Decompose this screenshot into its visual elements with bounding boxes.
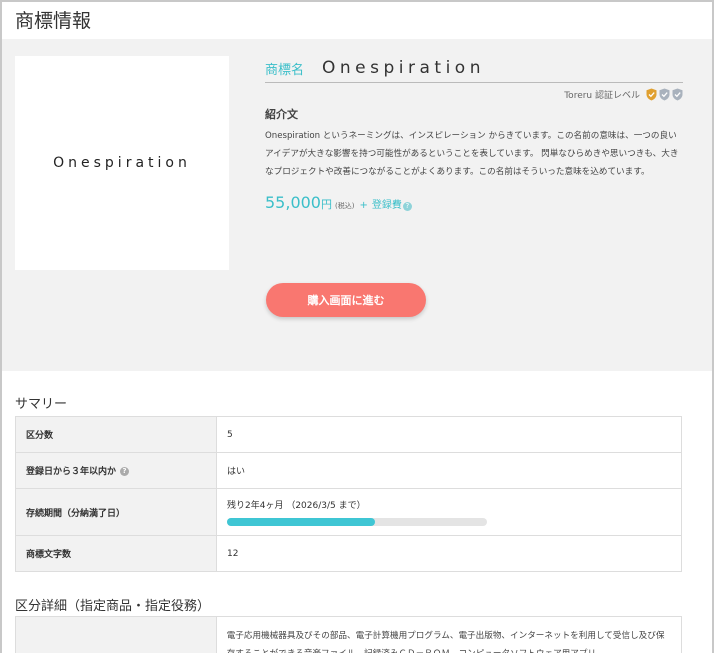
summary-value: 残り2年4ヶ月 （2026/3/5 まで） (227, 501, 366, 511)
registration-fee-link[interactable]: 登録費 (372, 196, 402, 211)
price-unit: 円 (320, 198, 332, 211)
shield-check-gold-icon (646, 88, 657, 100)
class-detail-key (16, 617, 217, 653)
summary-table: 区分数 5 登録日から３年以内か? はい 存続期間（分納満了日） 残り2年4ヶ月… (15, 416, 682, 572)
price: 55,000 円 (税込) + 登録費 ? (265, 193, 683, 212)
summary-value-cell: 残り2年4ヶ月 （2026/3/5 まで） (216, 488, 682, 536)
price-plus: + (359, 200, 368, 211)
summary-key: 区分数 (15, 416, 217, 453)
certification-level: Toreru 認証レベル (265, 87, 683, 101)
term-progress-fill (227, 518, 376, 526)
class-detail-row: 電子応用機械器具及びその部品、電子計算機用プログラム、電子出版物、インターネット… (15, 616, 682, 653)
page-title: 商標情報 (15, 10, 92, 32)
summary-value: はい (216, 452, 682, 489)
trademark-info: 商標名 Onespiration Toreru 認証レベル 紹介文 Onespi… (265, 54, 683, 212)
summary-key: 存続期間（分納満了日） (15, 488, 217, 536)
trademark-name-label: 商標名 (265, 62, 305, 78)
summary-value: 12 (216, 535, 682, 572)
question-icon[interactable]: ? (120, 467, 130, 476)
summary-key-cell: 登録日から３年以内か? (15, 452, 217, 489)
page-frame: 商標情報 Onespiration 商標名 Onespiration Torer… (0, 0, 714, 653)
shield-check-gray-icon (659, 88, 670, 100)
detail-title: 区分詳細（指定商品・指定役務） (15, 599, 211, 614)
intro-heading: 紹介文 (265, 108, 298, 121)
trademark-name-row: 商標名 Onespiration (265, 54, 683, 83)
trademark-logo-image: Onespiration (15, 56, 229, 270)
summary-value: 5 (216, 416, 682, 453)
certification-level-label: Toreru 認証レベル (564, 90, 640, 101)
summary-title: サマリー (15, 397, 68, 412)
term-progress-bar (227, 518, 487, 526)
logo-text: Onespiration (53, 155, 191, 171)
table-row: 商標文字数 12 (15, 535, 682, 572)
trademark-name: Onespiration (322, 58, 485, 78)
price-tax-note: (税込) (334, 202, 355, 210)
shield-check-gray-icon (672, 88, 683, 100)
price-value: 55,000 (265, 193, 321, 212)
table-row: 存続期間（分納満了日） 残り2年4ヶ月 （2026/3/5 まで） (15, 488, 682, 536)
summary-key: 登録日から３年以内か (26, 467, 117, 477)
summary-key: 商標文字数 (15, 535, 217, 572)
buy-button[interactable]: 購入画面に進む (266, 283, 426, 317)
class-detail-text: 電子応用機械器具及びその部品、電子計算機用プログラム、電子出版物、インターネット… (226, 631, 665, 653)
question-icon[interactable]: ? (402, 202, 412, 211)
intro-text: Onespiration というネーミングは、インスピレーション からきています… (265, 131, 679, 177)
table-row: 区分数 5 (15, 416, 682, 453)
table-row: 登録日から３年以内か? はい (15, 452, 682, 489)
